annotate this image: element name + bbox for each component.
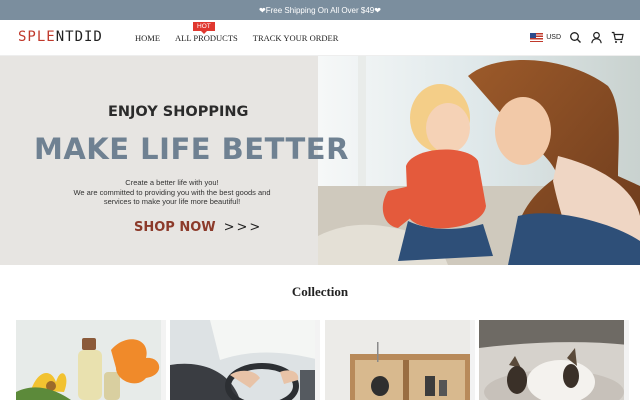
collection-image-essential-oils bbox=[16, 320, 166, 400]
collection-image-car-interior bbox=[170, 320, 320, 400]
hero-description: Create a better life with you! We are co… bbox=[60, 178, 284, 207]
nav-home[interactable]: HOME bbox=[135, 33, 160, 43]
collection-card-car[interactable] bbox=[170, 320, 320, 400]
shop-now-label: SHOP NOW bbox=[134, 220, 216, 235]
hero-description-line: Create a better life with you! bbox=[125, 178, 219, 187]
us-flag-icon bbox=[530, 33, 544, 42]
header-actions: USD bbox=[530, 31, 624, 44]
nav-all-products[interactable]: HOT ALL PRODUCTS bbox=[175, 22, 238, 43]
announcement-bar: ❤Free Shipping On All Over $49❤ bbox=[0, 0, 640, 20]
account-icon[interactable] bbox=[590, 31, 603, 44]
collection-image-dog bbox=[479, 320, 629, 400]
hero-description-line: services to make your life more beautifu… bbox=[103, 197, 241, 206]
hero-eyebrow-title: ENJOY SHOPPING bbox=[108, 104, 249, 120]
site-logo[interactable]: SPLENTDID bbox=[18, 29, 103, 45]
collection-title: Collection bbox=[291, 284, 349, 299]
site-header: SPLENTDID HOME HOT ALL PRODUCTS TRACK YO… bbox=[0, 20, 640, 56]
hero-banner[interactable]: ENJOY SHOPPING MAKE LIFE BETTER Create a… bbox=[0, 56, 640, 265]
main-nav: HOME HOT ALL PRODUCTS TRACK YOUR ORDER bbox=[135, 22, 339, 43]
logo-text: NTDID bbox=[55, 29, 103, 45]
hero-image-mother-child bbox=[318, 56, 640, 265]
arrow-right-icon: >>> bbox=[223, 220, 263, 235]
currency-selector[interactable]: USD bbox=[530, 33, 561, 42]
currency-label: USD bbox=[546, 34, 561, 41]
collection-image-home-decor bbox=[325, 320, 475, 400]
hero-main-title: MAKE LIFE BETTER bbox=[34, 132, 349, 166]
logo-text-accent: SPLE bbox=[18, 29, 56, 45]
hot-badge: HOT bbox=[193, 22, 215, 34]
collection-card-oils[interactable] bbox=[16, 320, 166, 400]
nav-all-products-label: ALL PRODUCTS bbox=[175, 33, 238, 43]
announcement-text: ❤Free Shipping On All Over $49❤ bbox=[259, 5, 381, 15]
hero-description-line: We are committed to providing you with t… bbox=[73, 187, 271, 197]
collection-card-pets[interactable] bbox=[479, 320, 629, 400]
shop-now-button[interactable]: SHOP NOW >>> bbox=[134, 220, 262, 235]
collection-card-home[interactable] bbox=[325, 320, 475, 400]
nav-track-order[interactable]: TRACK YOUR ORDER bbox=[253, 33, 339, 43]
cart-icon[interactable] bbox=[611, 31, 624, 44]
search-icon[interactable] bbox=[569, 31, 582, 44]
